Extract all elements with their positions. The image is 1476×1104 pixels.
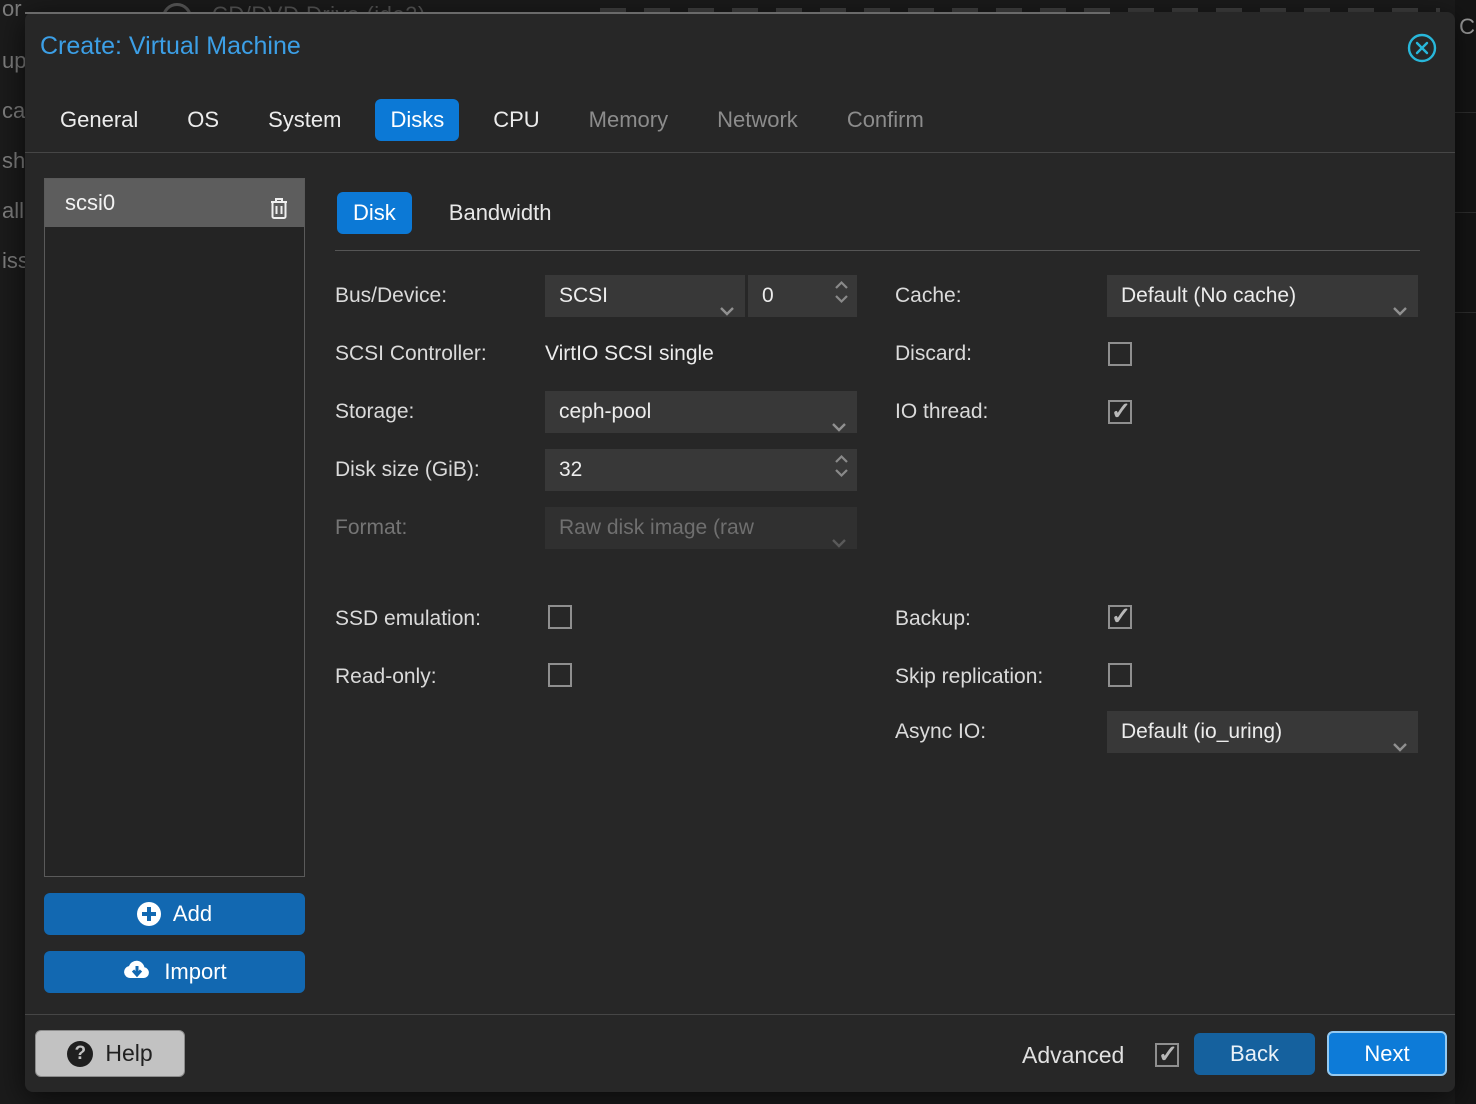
tab-general[interactable]: General: [60, 107, 138, 133]
storage-select[interactable]: ceph-pool: [545, 391, 857, 433]
chevron-down-icon: [719, 290, 735, 332]
bus-device-label: Bus/Device:: [335, 275, 447, 317]
io-thread-label: IO thread:: [895, 391, 988, 433]
cache-label: Cache:: [895, 275, 962, 317]
add-button[interactable]: Add: [44, 893, 305, 935]
background-text-fragment: all: [2, 198, 24, 224]
read-only-checkbox[interactable]: [548, 663, 572, 687]
tab-cpu[interactable]: CPU: [493, 107, 539, 133]
disk-item-label: scsi0: [65, 190, 115, 215]
help-button-label: Help: [105, 1040, 152, 1067]
tab-network: Network: [717, 107, 798, 133]
io-thread-checkbox[interactable]: [1108, 400, 1132, 424]
async-io-label: Async IO:: [895, 711, 986, 753]
trash-icon[interactable]: [268, 190, 290, 238]
disk-list-panel: scsi0: [44, 178, 305, 877]
scsi-controller-label: SCSI Controller:: [335, 333, 487, 375]
next-button[interactable]: Next: [1327, 1031, 1447, 1076]
wizard-tabs: General OS System Disks CPU Memory Netwo…: [60, 98, 973, 142]
divider: [335, 250, 1420, 251]
ssd-emulation-label: SSD emulation:: [335, 598, 481, 640]
background-text-fragment: sh: [2, 148, 25, 174]
async-io-select[interactable]: Default (io_uring): [1107, 711, 1418, 753]
background-text-fragment: or: [2, 0, 22, 22]
device-number-stepper[interactable]: 0: [748, 275, 857, 317]
tab-confirm: Confirm: [847, 107, 924, 133]
spinner-arrows-icon[interactable]: [834, 454, 849, 478]
background-table-edge: C: [1455, 0, 1476, 1104]
device-number-value: 0: [762, 284, 774, 307]
storage-label: Storage:: [335, 391, 414, 433]
bus-select[interactable]: SCSI: [545, 275, 745, 317]
chevron-down-icon: [831, 522, 847, 564]
skip-replication-label: Skip replication:: [895, 656, 1043, 698]
background-text-fragment: ca: [2, 98, 25, 124]
chevron-down-icon: [1392, 290, 1408, 332]
divider: [25, 1014, 1455, 1015]
question-mark-icon: ?: [67, 1041, 93, 1067]
close-icon[interactable]: [1407, 33, 1437, 63]
format-label: Format:: [335, 507, 407, 549]
chevron-down-icon: [831, 406, 847, 448]
plus-circle-icon: [137, 902, 161, 926]
backup-checkbox[interactable]: [1108, 605, 1132, 629]
back-button[interactable]: Back: [1194, 1033, 1315, 1075]
background-text-fragment: C: [1459, 14, 1475, 40]
subtab-disk[interactable]: Disk: [337, 192, 412, 234]
disk-size-label: Disk size (GiB):: [335, 449, 480, 491]
divider: [25, 152, 1455, 153]
async-io-select-value: Default (io_uring): [1121, 720, 1282, 743]
chevron-down-icon: [1392, 726, 1408, 768]
tab-memory: Memory: [589, 107, 668, 133]
import-button[interactable]: Import: [44, 951, 305, 993]
spinner-arrows-icon[interactable]: [834, 280, 849, 304]
disk-size-stepper[interactable]: 32: [545, 449, 857, 491]
discard-checkbox[interactable]: [1108, 342, 1132, 366]
disk-list-item-scsi0[interactable]: scsi0: [45, 179, 304, 227]
tab-system[interactable]: System: [268, 107, 341, 133]
format-select-disabled: Raw disk image (raw: [545, 507, 857, 549]
backup-label: Backup:: [895, 598, 971, 640]
disk-size-value: 32: [559, 458, 582, 481]
tab-os[interactable]: OS: [187, 107, 219, 133]
advanced-label: Advanced: [1022, 1042, 1124, 1069]
storage-select-value: ceph-pool: [559, 400, 651, 423]
background-text-fragment: up: [2, 48, 26, 74]
cloud-download-icon: [122, 958, 152, 986]
create-vm-dialog: Create: Virtual Machine General OS Syste…: [25, 12, 1455, 1092]
discard-label: Discard:: [895, 333, 972, 375]
ssd-emulation-checkbox[interactable]: [548, 605, 572, 629]
subtab-bandwidth[interactable]: Bandwidth: [449, 200, 552, 226]
add-button-label: Add: [173, 901, 212, 927]
bus-select-value: SCSI: [559, 284, 608, 307]
help-button[interactable]: ? Help: [35, 1030, 185, 1077]
dialog-title: Create: Virtual Machine: [40, 32, 301, 61]
scsi-controller-value: VirtIO SCSI single: [545, 333, 714, 375]
divider: [25, 12, 1110, 14]
format-select-value: Raw disk image (raw: [559, 516, 754, 539]
advanced-checkbox[interactable]: [1155, 1043, 1179, 1067]
read-only-label: Read-only:: [335, 656, 437, 698]
cache-select-value: Default (No cache): [1121, 284, 1296, 307]
cache-select[interactable]: Default (No cache): [1107, 275, 1418, 317]
tab-disks[interactable]: Disks: [375, 99, 459, 141]
import-button-label: Import: [164, 959, 226, 985]
skip-replication-checkbox[interactable]: [1108, 663, 1132, 687]
disk-subtabs: Disk Bandwidth: [337, 192, 552, 234]
